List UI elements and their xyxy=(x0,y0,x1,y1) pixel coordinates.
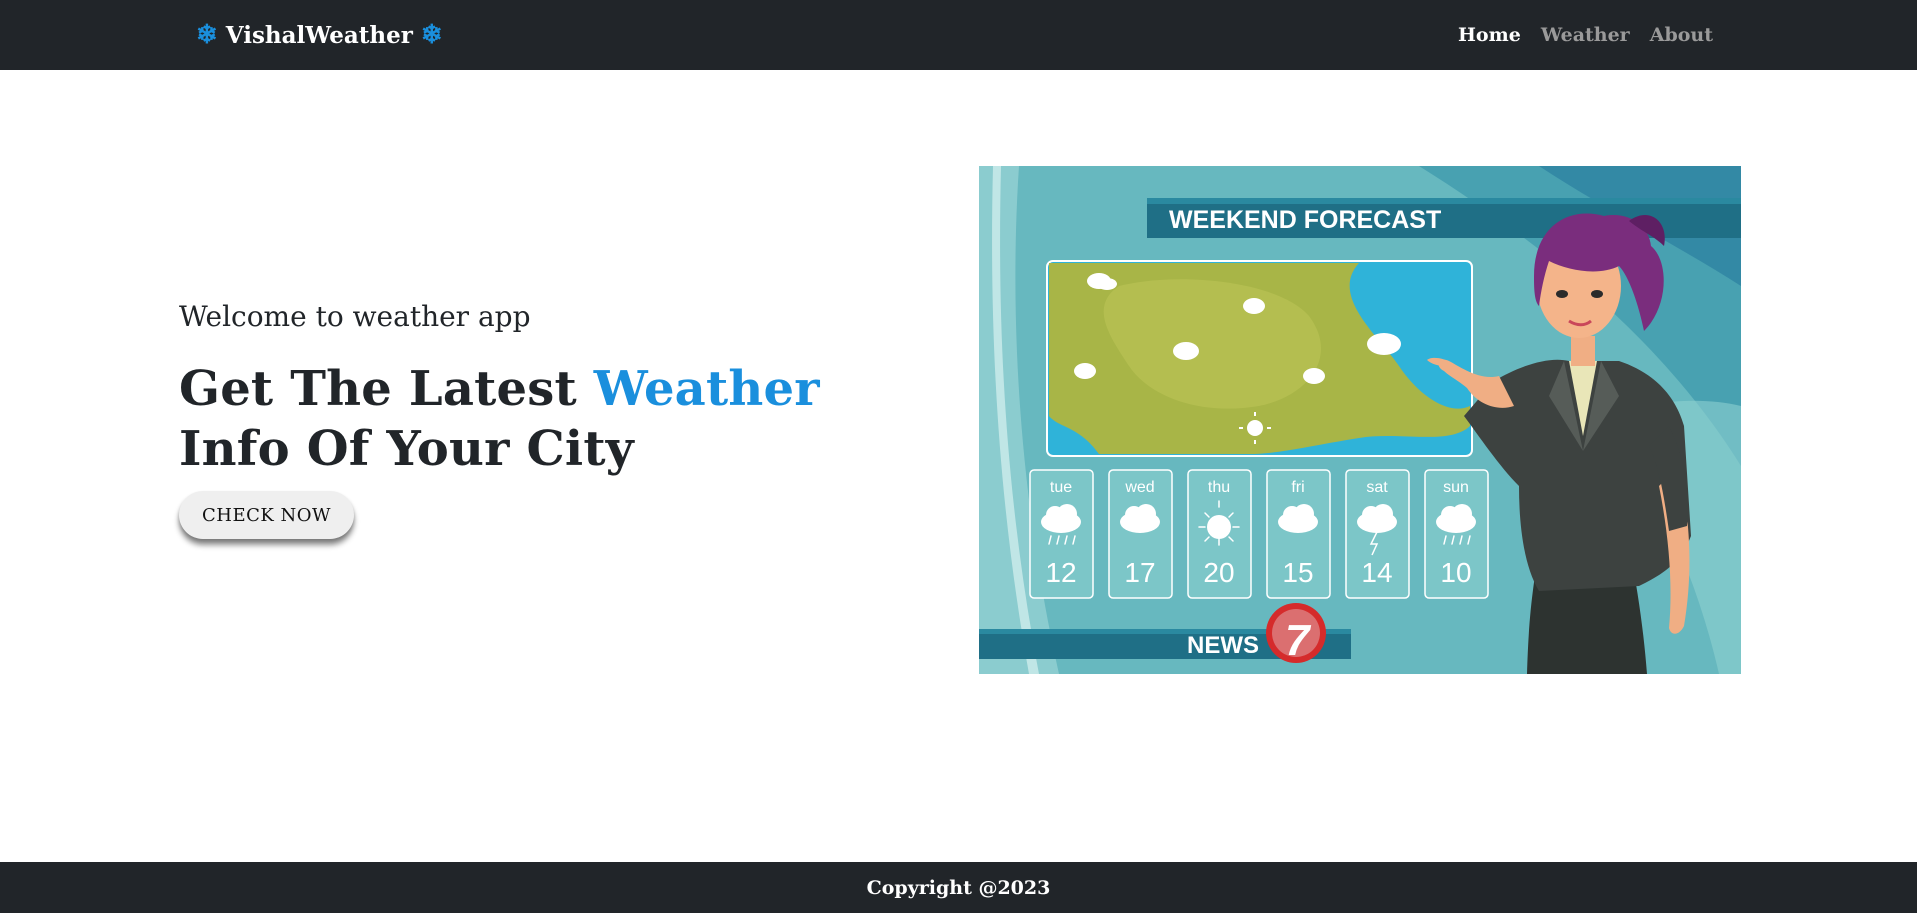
forecast-temp: 14 xyxy=(1361,557,1392,588)
forecast-day: fri xyxy=(1291,479,1304,496)
forecast-day: sat xyxy=(1366,479,1388,496)
brand-name: VishalWeather xyxy=(225,21,413,49)
forecast-temp: 15 xyxy=(1282,557,1313,588)
forecast-temp: 17 xyxy=(1124,557,1155,588)
top-navbar: ❄ VishalWeather ❄ Home Weather About xyxy=(0,0,1917,70)
nav-link-about[interactable]: About xyxy=(1650,24,1713,46)
hero-section: Welcome to weather app Get The Latest We… xyxy=(179,300,919,539)
brand-link[interactable]: ❄ VishalWeather ❄ xyxy=(196,0,443,70)
hero-headline: Get The Latest Weather Info Of Your City xyxy=(179,359,919,479)
snowflake-icon: ❄ xyxy=(196,20,218,50)
forecast-temp: 12 xyxy=(1045,557,1076,588)
snowflake-icon: ❄ xyxy=(420,20,443,50)
nav-link-home[interactable]: Home xyxy=(1458,24,1521,46)
forecast-temp: 20 xyxy=(1203,557,1234,588)
hero-subtitle: Welcome to weather app xyxy=(179,300,531,333)
page-footer: Copyright @2023 xyxy=(0,862,1917,913)
news-number: 7 xyxy=(1285,616,1312,665)
forecast-day: thu xyxy=(1208,479,1230,496)
forecast-temp: 10 xyxy=(1440,557,1471,588)
forecast-day: tue xyxy=(1050,479,1072,496)
forecast-day: wed xyxy=(1124,479,1154,496)
forecast-banner-title: WEEKEND FORECAST xyxy=(1169,206,1441,234)
check-now-button[interactable]: CHECK NOW xyxy=(179,491,354,539)
weather-forecast-illustration: WEEKEND FORECAST tue 12 wed 17 thu 20 fr… xyxy=(979,166,1741,674)
nav-link-weather[interactable]: Weather xyxy=(1541,24,1630,46)
forecast-day: sun xyxy=(1443,479,1469,496)
headline-text-start: Get The Latest xyxy=(179,361,594,417)
sun-icon xyxy=(1207,515,1231,539)
headline-accent-word: Weather xyxy=(593,361,820,417)
news-label: NEWS xyxy=(1187,632,1259,659)
headline-text-end: Info Of Your City xyxy=(179,421,634,477)
forecast-card-sat: sat 14 xyxy=(1345,469,1410,599)
forecast-card-sun: sun 10 xyxy=(1424,469,1489,599)
nav-links: Home Weather About xyxy=(1458,0,1713,70)
forecast-card-thu: thu 20 xyxy=(1187,469,1252,599)
forecast-card-wed: wed 17 xyxy=(1108,469,1173,599)
weather-map xyxy=(1046,260,1473,457)
forecast-card-tue: tue 12 xyxy=(1029,469,1094,599)
forecast-card-fri: fri 15 xyxy=(1266,469,1331,599)
copyright-text: Copyright @2023 xyxy=(866,876,1051,899)
